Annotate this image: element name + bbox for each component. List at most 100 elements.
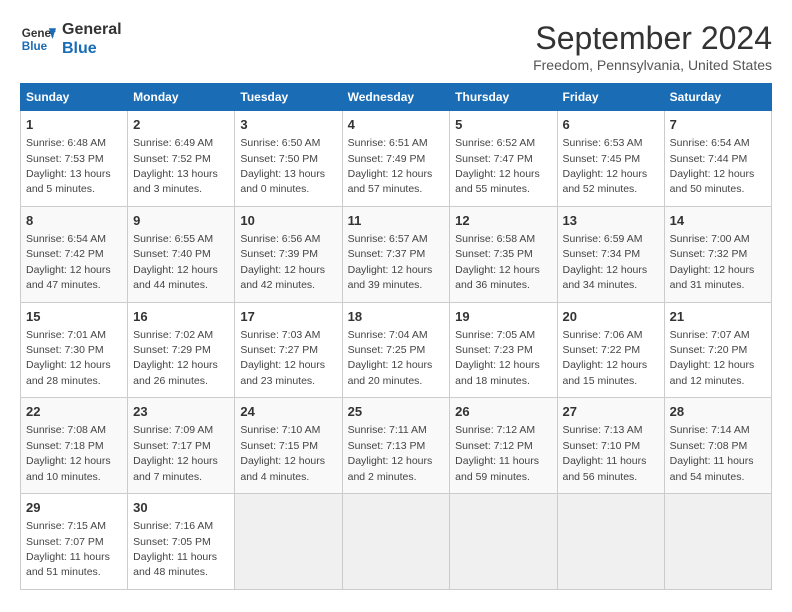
day-of-week-header: Wednesday xyxy=(342,84,450,111)
day-info: Sunrise: 7:11 AMSunset: 7:13 PMDaylight:… xyxy=(348,424,433,482)
day-info: Sunrise: 7:13 AMSunset: 7:10 PMDaylight:… xyxy=(563,424,647,482)
day-number: 28 xyxy=(670,403,766,421)
day-number: 13 xyxy=(563,212,659,230)
calendar-cell: 22 Sunrise: 7:08 AMSunset: 7:18 PMDaylig… xyxy=(21,398,128,494)
calendar-cell xyxy=(450,494,557,590)
day-info: Sunrise: 6:57 AMSunset: 7:37 PMDaylight:… xyxy=(348,233,433,291)
calendar-week-row: 15 Sunrise: 7:01 AMSunset: 7:30 PMDaylig… xyxy=(21,302,772,398)
day-info: Sunrise: 6:59 AMSunset: 7:34 PMDaylight:… xyxy=(563,233,648,291)
days-of-week-row: SundayMondayTuesdayWednesdayThursdayFrid… xyxy=(21,84,772,111)
calendar-header: SundayMondayTuesdayWednesdayThursdayFrid… xyxy=(21,84,772,111)
day-number: 2 xyxy=(133,116,229,134)
day-of-week-header: Thursday xyxy=(450,84,557,111)
calendar-cell: 19 Sunrise: 7:05 AMSunset: 7:23 PMDaylig… xyxy=(450,302,557,398)
day-info: Sunrise: 7:03 AMSunset: 7:27 PMDaylight:… xyxy=(240,329,325,387)
day-number: 8 xyxy=(26,212,122,230)
day-of-week-header: Tuesday xyxy=(235,84,342,111)
day-info: Sunrise: 7:12 AMSunset: 7:12 PMDaylight:… xyxy=(455,424,539,482)
calendar-week-row: 22 Sunrise: 7:08 AMSunset: 7:18 PMDaylig… xyxy=(21,398,772,494)
day-of-week-header: Monday xyxy=(128,84,235,111)
calendar-cell xyxy=(235,494,342,590)
calendar-cell: 30 Sunrise: 7:16 AMSunset: 7:05 PMDaylig… xyxy=(128,494,235,590)
calendar-cell: 5 Sunrise: 6:52 AMSunset: 7:47 PMDayligh… xyxy=(450,111,557,207)
day-number: 4 xyxy=(348,116,445,134)
page-header: General Blue General Blue September 2024… xyxy=(20,20,772,73)
day-number: 15 xyxy=(26,308,122,326)
logo-icon: General Blue xyxy=(20,21,56,57)
calendar-cell: 2 Sunrise: 6:49 AMSunset: 7:52 PMDayligh… xyxy=(128,111,235,207)
calendar-week-row: 29 Sunrise: 7:15 AMSunset: 7:07 PMDaylig… xyxy=(21,494,772,590)
calendar-cell: 26 Sunrise: 7:12 AMSunset: 7:12 PMDaylig… xyxy=(450,398,557,494)
day-number: 19 xyxy=(455,308,551,326)
calendar-cell: 1 Sunrise: 6:48 AMSunset: 7:53 PMDayligh… xyxy=(21,111,128,207)
day-info: Sunrise: 7:01 AMSunset: 7:30 PMDaylight:… xyxy=(26,329,111,387)
day-number: 30 xyxy=(133,499,229,517)
day-info: Sunrise: 7:02 AMSunset: 7:29 PMDaylight:… xyxy=(133,329,218,387)
day-number: 12 xyxy=(455,212,551,230)
day-number: 22 xyxy=(26,403,122,421)
day-number: 11 xyxy=(348,212,445,230)
day-of-week-header: Sunday xyxy=(21,84,128,111)
calendar-body: 1 Sunrise: 6:48 AMSunset: 7:53 PMDayligh… xyxy=(21,111,772,590)
day-info: Sunrise: 7:07 AMSunset: 7:20 PMDaylight:… xyxy=(670,329,755,387)
calendar-cell xyxy=(342,494,450,590)
day-info: Sunrise: 7:05 AMSunset: 7:23 PMDaylight:… xyxy=(455,329,540,387)
calendar-cell xyxy=(664,494,771,590)
day-info: Sunrise: 6:58 AMSunset: 7:35 PMDaylight:… xyxy=(455,233,540,291)
day-number: 26 xyxy=(455,403,551,421)
calendar-cell: 21 Sunrise: 7:07 AMSunset: 7:20 PMDaylig… xyxy=(664,302,771,398)
page-subtitle: Freedom, Pennsylvania, United States xyxy=(533,57,772,73)
calendar-cell: 14 Sunrise: 7:00 AMSunset: 7:32 PMDaylig… xyxy=(664,206,771,302)
calendar-cell: 16 Sunrise: 7:02 AMSunset: 7:29 PMDaylig… xyxy=(128,302,235,398)
day-info: Sunrise: 6:48 AMSunset: 7:53 PMDaylight:… xyxy=(26,137,111,195)
calendar-cell: 4 Sunrise: 6:51 AMSunset: 7:49 PMDayligh… xyxy=(342,111,450,207)
day-of-week-header: Friday xyxy=(557,84,664,111)
day-info: Sunrise: 7:00 AMSunset: 7:32 PMDaylight:… xyxy=(670,233,755,291)
calendar-cell: 7 Sunrise: 6:54 AMSunset: 7:44 PMDayligh… xyxy=(664,111,771,207)
calendar-table: SundayMondayTuesdayWednesdayThursdayFrid… xyxy=(20,83,772,590)
day-number: 21 xyxy=(670,308,766,326)
day-info: Sunrise: 7:04 AMSunset: 7:25 PMDaylight:… xyxy=(348,329,433,387)
day-info: Sunrise: 6:54 AMSunset: 7:42 PMDaylight:… xyxy=(26,233,111,291)
calendar-week-row: 1 Sunrise: 6:48 AMSunset: 7:53 PMDayligh… xyxy=(21,111,772,207)
day-info: Sunrise: 6:55 AMSunset: 7:40 PMDaylight:… xyxy=(133,233,218,291)
calendar-cell: 8 Sunrise: 6:54 AMSunset: 7:42 PMDayligh… xyxy=(21,206,128,302)
day-info: Sunrise: 7:06 AMSunset: 7:22 PMDaylight:… xyxy=(563,329,648,387)
day-number: 24 xyxy=(240,403,336,421)
calendar-cell: 9 Sunrise: 6:55 AMSunset: 7:40 PMDayligh… xyxy=(128,206,235,302)
day-number: 23 xyxy=(133,403,229,421)
calendar-cell: 23 Sunrise: 7:09 AMSunset: 7:17 PMDaylig… xyxy=(128,398,235,494)
calendar-cell: 12 Sunrise: 6:58 AMSunset: 7:35 PMDaylig… xyxy=(450,206,557,302)
calendar-cell: 29 Sunrise: 7:15 AMSunset: 7:07 PMDaylig… xyxy=(21,494,128,590)
day-info: Sunrise: 7:15 AMSunset: 7:07 PMDaylight:… xyxy=(26,520,110,578)
calendar-cell: 6 Sunrise: 6:53 AMSunset: 7:45 PMDayligh… xyxy=(557,111,664,207)
calendar-cell: 25 Sunrise: 7:11 AMSunset: 7:13 PMDaylig… xyxy=(342,398,450,494)
day-number: 18 xyxy=(348,308,445,326)
day-number: 27 xyxy=(563,403,659,421)
day-number: 14 xyxy=(670,212,766,230)
calendar-cell: 18 Sunrise: 7:04 AMSunset: 7:25 PMDaylig… xyxy=(342,302,450,398)
logo-text-blue: Blue xyxy=(62,39,122,58)
day-info: Sunrise: 7:14 AMSunset: 7:08 PMDaylight:… xyxy=(670,424,754,482)
day-info: Sunrise: 6:56 AMSunset: 7:39 PMDaylight:… xyxy=(240,233,325,291)
day-number: 3 xyxy=(240,116,336,134)
day-number: 1 xyxy=(26,116,122,134)
calendar-cell: 15 Sunrise: 7:01 AMSunset: 7:30 PMDaylig… xyxy=(21,302,128,398)
day-info: Sunrise: 6:50 AMSunset: 7:50 PMDaylight:… xyxy=(240,137,325,195)
calendar-cell: 13 Sunrise: 6:59 AMSunset: 7:34 PMDaylig… xyxy=(557,206,664,302)
day-number: 7 xyxy=(670,116,766,134)
day-number: 17 xyxy=(240,308,336,326)
calendar-cell: 3 Sunrise: 6:50 AMSunset: 7:50 PMDayligh… xyxy=(235,111,342,207)
day-info: Sunrise: 6:54 AMSunset: 7:44 PMDaylight:… xyxy=(670,137,755,195)
logo: General Blue General Blue xyxy=(20,20,122,58)
calendar-cell: 27 Sunrise: 7:13 AMSunset: 7:10 PMDaylig… xyxy=(557,398,664,494)
day-of-week-header: Saturday xyxy=(664,84,771,111)
day-info: Sunrise: 6:49 AMSunset: 7:52 PMDaylight:… xyxy=(133,137,218,195)
svg-text:Blue: Blue xyxy=(22,40,48,53)
title-section: September 2024 Freedom, Pennsylvania, Un… xyxy=(533,20,772,73)
day-number: 29 xyxy=(26,499,122,517)
day-number: 16 xyxy=(133,308,229,326)
day-number: 9 xyxy=(133,212,229,230)
day-info: Sunrise: 7:10 AMSunset: 7:15 PMDaylight:… xyxy=(240,424,325,482)
day-number: 20 xyxy=(563,308,659,326)
